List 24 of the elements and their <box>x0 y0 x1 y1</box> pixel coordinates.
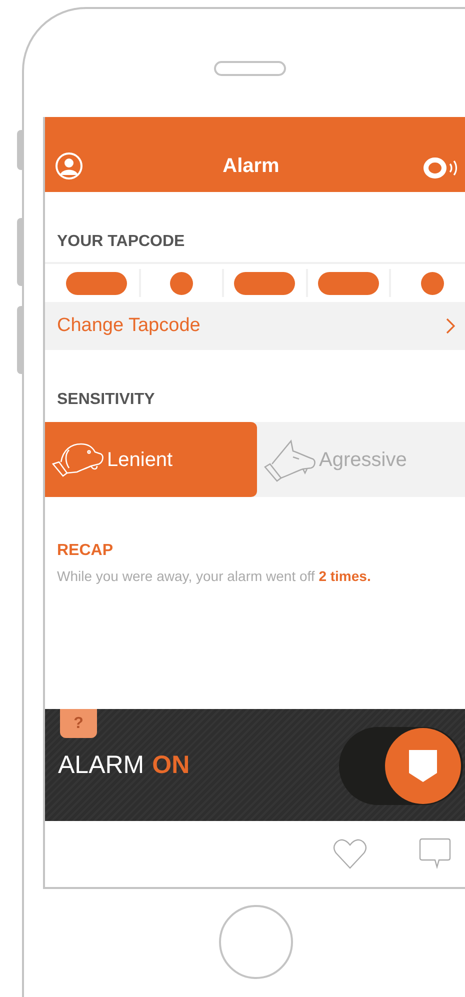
dog-head-icon <box>263 436 317 482</box>
recap-text: While you were away, your alarm went off 2 times. <box>56 567 372 585</box>
short-tap-mark <box>420 272 444 294</box>
section-heading: YOUR TAPCODE <box>56 232 186 252</box>
alarm-toggle[interactable] <box>339 727 463 805</box>
long-tap-mark <box>66 272 128 294</box>
heart-icon[interactable] <box>333 838 367 870</box>
comment-icon[interactable] <box>419 838 451 870</box>
help-button[interactable]: ? <box>60 709 97 738</box>
alarm-state: ON <box>152 750 190 782</box>
alarm-label: ALARM <box>58 750 144 782</box>
change-tapcode-row[interactable]: Change Tapcode <box>45 302 465 350</box>
section-heading: SENSITIVITY <box>56 390 156 410</box>
header-title: Alarm <box>222 154 280 179</box>
short-tap-mark <box>170 272 193 294</box>
speaker-slot <box>214 61 286 76</box>
home-button[interactable] <box>219 905 293 979</box>
shield-icon <box>408 749 438 783</box>
recap-heading: RECAP <box>56 541 114 561</box>
long-tap-mark <box>234 272 296 294</box>
chevron-right-icon <box>446 318 455 334</box>
profile-icon[interactable] <box>55 152 83 180</box>
long-tap-mark <box>318 272 380 294</box>
sensitivity-option[interactable]: Lenient <box>45 422 257 497</box>
